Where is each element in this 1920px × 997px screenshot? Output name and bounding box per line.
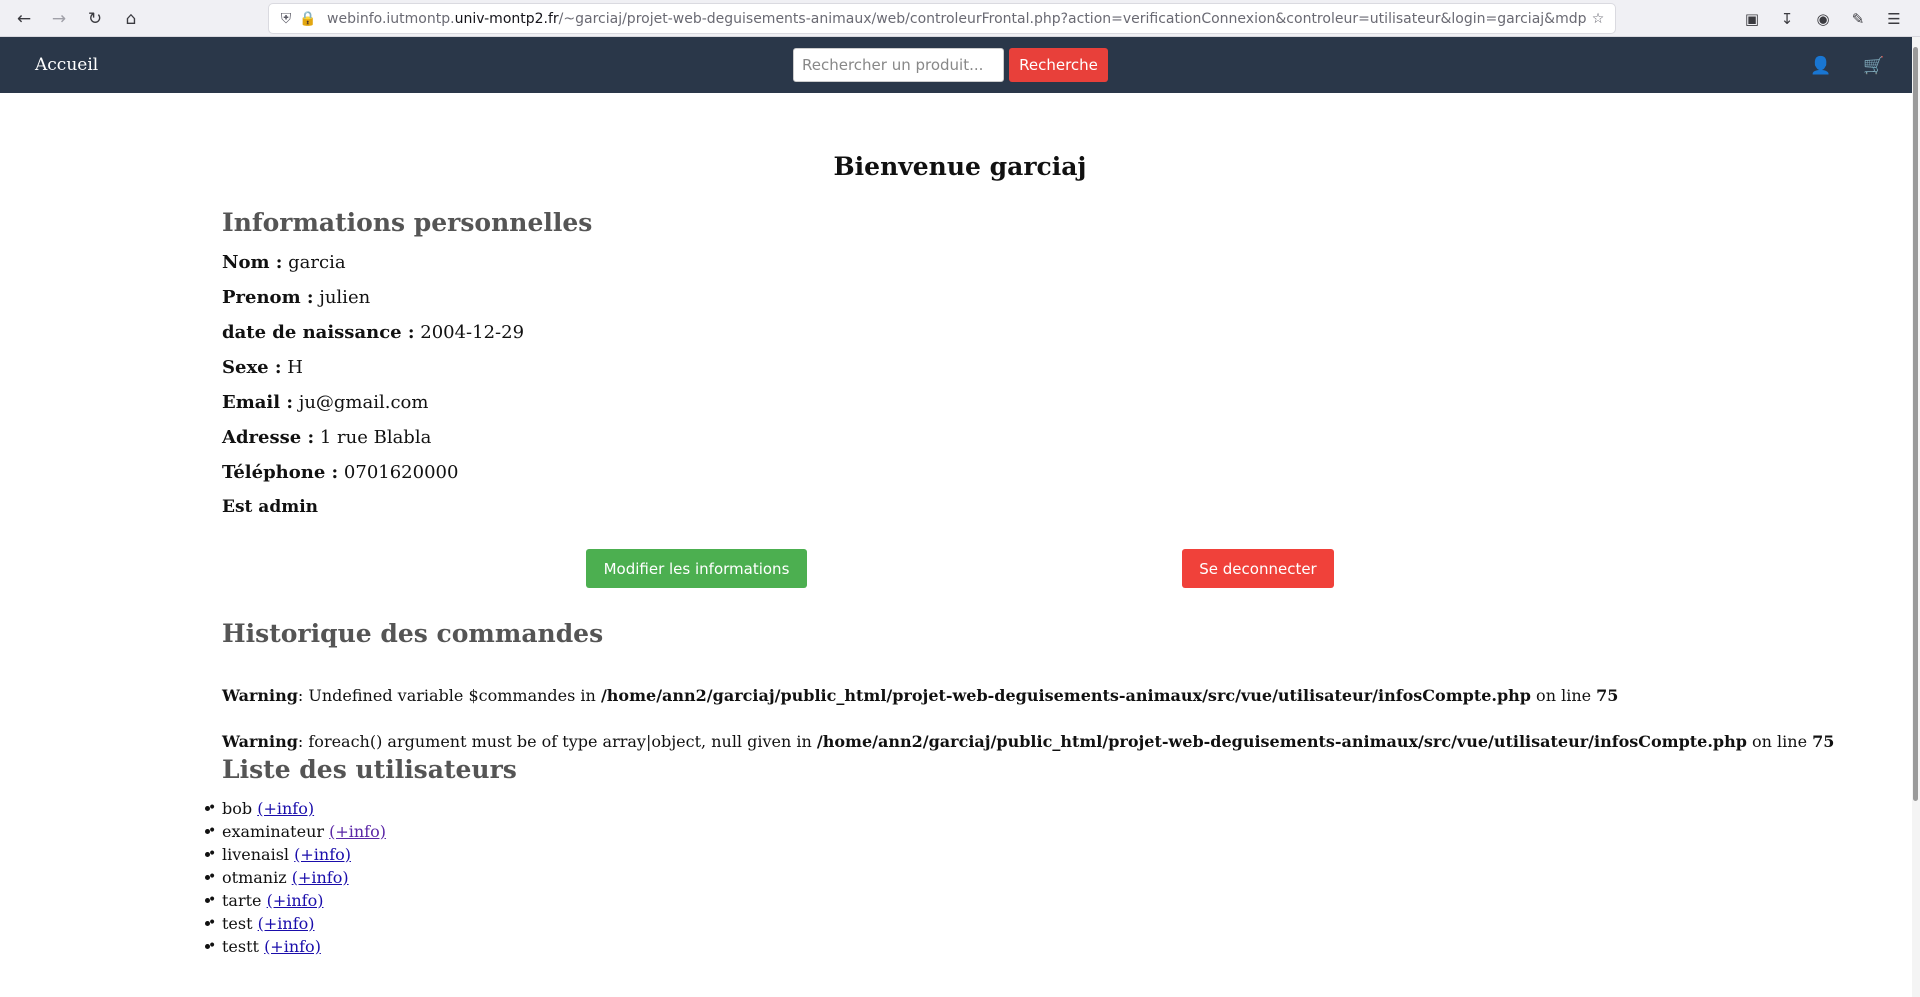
info-label: Nom :: [222, 252, 283, 273]
info-row-sexe: Sexe : H: [222, 357, 303, 378]
back-icon[interactable]: ←: [10, 5, 38, 33]
info-row-prenom: Prenom : julien: [222, 287, 370, 308]
reload-icon[interactable]: ↻: [81, 5, 109, 33]
page-scrollbar[interactable]: [1912, 37, 1920, 997]
list-item: testt (+info): [208, 935, 386, 958]
info-row-birthdate: date de naissance : 2004-12-29: [222, 322, 524, 343]
info-value: H: [281, 357, 303, 378]
info-value: 2004-12-29: [414, 322, 525, 343]
info-label: Téléphone :: [222, 462, 339, 483]
info-label: Sexe :: [222, 357, 282, 378]
welcome-heading: Bienvenue garciaj: [833, 152, 1087, 181]
user-info-link[interactable]: (+info): [257, 799, 314, 818]
warning-line-number: 75: [1812, 732, 1835, 751]
user-name: tarte: [222, 891, 262, 910]
logout-button[interactable]: Se deconnecter: [1182, 549, 1334, 588]
order-history-title: Historique des commandes: [222, 619, 604, 648]
home-icon[interactable]: ⌂: [117, 5, 145, 33]
info-row-email: Email : ju@gmail.com: [222, 392, 428, 413]
address-bar[interactable]: ⛨ 🔒 webinfo.iutmontp.univ-montp2.fr/~gar…: [268, 3, 1616, 34]
info-label: date de naissance :: [222, 322, 415, 343]
download-icon[interactable]: ↧: [1774, 6, 1800, 32]
user-icon[interactable]: 👤: [1809, 54, 1833, 78]
list-item: tarte (+info): [208, 889, 386, 912]
list-item: examinateur (+info): [208, 820, 386, 843]
info-row-adresse: Adresse : 1 rue Blabla: [222, 427, 431, 448]
user-name: livenaisl: [222, 845, 290, 864]
warning-path: /home/ann2/garciaj/public_html/projet-we…: [816, 732, 1747, 751]
personal-info-title: Informations personnelles: [222, 208, 593, 237]
warning-on-line: on line: [1746, 732, 1813, 751]
info-label: Email :: [222, 392, 294, 413]
shield-icon[interactable]: ⛨: [275, 8, 297, 30]
info-label: Adresse :: [222, 427, 315, 448]
user-info-link[interactable]: (+info): [329, 822, 386, 841]
warning-message: : foreach() argument must be of type arr…: [297, 732, 817, 751]
php-warning: Warning: Undefined variable $commandes i…: [222, 686, 1618, 705]
info-row-nom: Nom : garcia: [222, 252, 346, 273]
forward-icon[interactable]: →: [45, 5, 73, 33]
search-input[interactable]: [793, 48, 1004, 82]
info-value: 1 rue Blabla: [314, 427, 432, 448]
user-name: testt: [222, 937, 259, 956]
info-label: Prenom :: [222, 287, 314, 308]
list-item: bob (+info): [208, 797, 386, 820]
warning-on-line: on line: [1530, 686, 1597, 705]
warning-tag: Warning: [222, 732, 298, 751]
user-info-link[interactable]: (+info): [267, 891, 324, 910]
search-button[interactable]: Recherche: [1009, 48, 1108, 82]
star-icon[interactable]: ☆: [1587, 8, 1609, 30]
lock-icon[interactable]: 🔒: [297, 8, 319, 30]
edit-info-button[interactable]: Modifier les informations: [586, 549, 807, 588]
user-info-link[interactable]: (+info): [264, 937, 321, 956]
user-name: examinateur: [222, 822, 325, 841]
user-name: otmaniz: [222, 868, 287, 887]
php-warning: Warning: foreach() argument must be of t…: [222, 732, 1834, 751]
info-value: ju@gmail.com: [293, 392, 429, 413]
info-value: julien: [313, 287, 371, 308]
warning-path: /home/ann2/garciaj/public_html/projet-we…: [600, 686, 1531, 705]
info-value: 0701620000: [338, 462, 459, 483]
pocket-icon[interactable]: ▣: [1739, 6, 1765, 32]
cart-icon[interactable]: 🛒: [1862, 54, 1886, 78]
site-navbar: Accueil Recherche 👤 🛒: [0, 37, 1920, 93]
info-value: garcia: [282, 252, 346, 273]
admin-status: Est admin: [222, 497, 319, 517]
user-list-title: Liste des utilisateurs: [222, 755, 517, 784]
list-item: otmaniz (+info): [208, 866, 386, 889]
list-item: test (+info): [208, 912, 386, 935]
user-info-link[interactable]: (+info): [294, 845, 351, 864]
extensions-icon[interactable]: ✎: [1845, 6, 1871, 32]
menu-icon[interactable]: ☰: [1881, 6, 1907, 32]
user-name: test: [222, 914, 253, 933]
info-row-telephone: Téléphone : 0701620000: [222, 462, 458, 483]
home-link[interactable]: Accueil: [35, 55, 98, 75]
user-name: bob: [222, 799, 253, 818]
warning-line-number: 75: [1596, 686, 1619, 705]
url-text[interactable]: webinfo.iutmontp.univ-montp2.fr/~garciaj…: [327, 11, 1587, 27]
user-info-link[interactable]: (+info): [258, 914, 315, 933]
account-icon[interactable]: ◉: [1810, 6, 1836, 32]
warning-tag: Warning: [222, 686, 298, 705]
user-list: bob (+info) examinateur (+info) livenais…: [208, 797, 386, 958]
warning-message: : Undefined variable $commandes in: [297, 686, 601, 705]
list-item: livenaisl (+info): [208, 843, 386, 866]
browser-toolbar: ← → ↻ ⌂ ⛨ 🔒 webinfo.iutmontp.univ-montp2…: [0, 0, 1920, 37]
user-info-link[interactable]: (+info): [292, 868, 349, 887]
